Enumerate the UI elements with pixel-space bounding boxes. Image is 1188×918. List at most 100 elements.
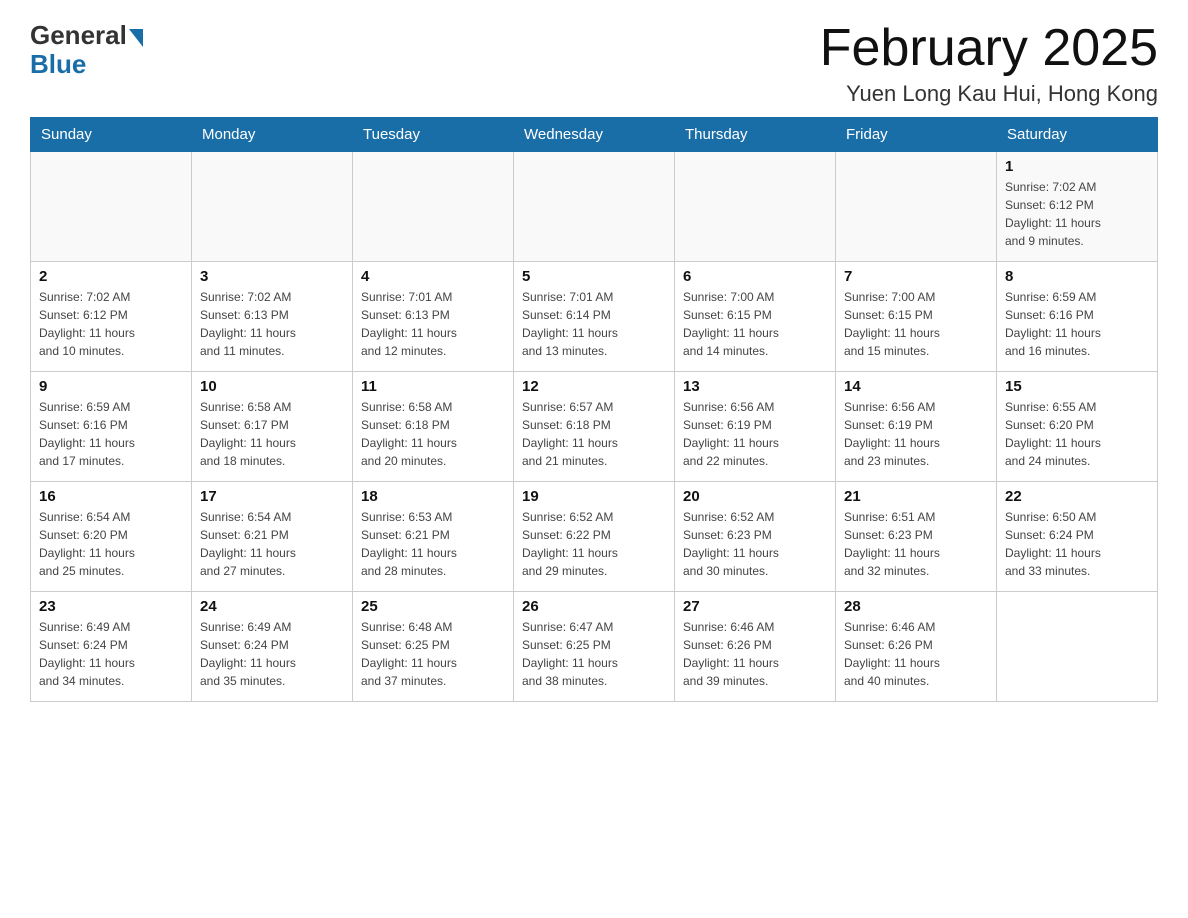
calendar-day-cell	[997, 592, 1158, 702]
day-number: 11	[361, 378, 505, 395]
calendar-day-cell: 22Sunrise: 6:50 AM Sunset: 6:24 PM Dayli…	[997, 482, 1158, 592]
calendar-day-cell: 20 Sunrise: 6:52 AM Sunset: 6:23 PM Dayli…	[675, 482, 836, 592]
day-number: 27	[683, 598, 827, 615]
calendar-day-cell: 25 Sunrise: 6:48 AM Sunset: 6:25 PM Dayli…	[353, 592, 514, 702]
day-info: Sunrise: 6:57 AM Sunset: 6:18 PM Dayligh…	[522, 398, 666, 470]
calendar-day-cell	[836, 152, 997, 262]
calendar-header-row: SundayMondayTuesdayWednesdayThursdayFrid…	[31, 118, 1158, 152]
day-info: Sunrise: 6:49 AM Sunset: 6:24 PM Dayligh…	[39, 618, 183, 690]
day-number: 5	[522, 268, 666, 285]
day-info: Sunrise: 6:51 AM Sunset: 6:23 PM Dayligh…	[844, 508, 988, 580]
calendar-day-cell: 7 Sunrise: 7:00 AM Sunset: 6:15 PM Daylig…	[836, 262, 997, 372]
calendar-day-cell: 15 Sunrise: 6:55 AM Sunset: 6:20 PM Dayli…	[997, 372, 1158, 482]
calendar-day-cell: 24 Sunrise: 6:49 AM Sunset: 6:24 PM Dayli…	[192, 592, 353, 702]
logo-arrow-icon	[129, 29, 143, 47]
day-info: Sunrise: 6:54 AM Sunset: 6:21 PM Dayligh…	[200, 508, 344, 580]
day-info: Sunrise: 6:59 AM Sunset: 6:16 PM Dayligh…	[39, 398, 183, 470]
calendar-day-cell: 28 Sunrise: 6:46 AM Sunset: 6:26 PM Dayli…	[836, 592, 997, 702]
day-number: 8	[1005, 268, 1149, 285]
day-number: 6	[683, 268, 827, 285]
day-number: 13	[683, 378, 827, 395]
day-number: 2	[39, 268, 183, 285]
calendar-day-cell: 18 Sunrise: 6:53 AM Sunset: 6:21 PM Dayli…	[353, 482, 514, 592]
day-info: Sunrise: 6:48 AM Sunset: 6:25 PM Dayligh…	[361, 618, 505, 690]
day-number: 9	[39, 378, 183, 395]
day-number: 26	[522, 598, 666, 615]
day-number: 21	[844, 488, 988, 505]
calendar-week-row: 23 Sunrise: 6:49 AM Sunset: 6:24 PM Dayli…	[31, 592, 1158, 702]
day-info: Sunrise: 6:55 AM Sunset: 6:20 PM Dayligh…	[1005, 398, 1149, 470]
calendar-day-cell: 23 Sunrise: 6:49 AM Sunset: 6:24 PM Dayli…	[31, 592, 192, 702]
calendar-day-cell: 12 Sunrise: 6:57 AM Sunset: 6:18 PM Dayli…	[514, 372, 675, 482]
day-info: Sunrise: 6:53 AM Sunset: 6:21 PM Dayligh…	[361, 508, 505, 580]
day-number: 28	[844, 598, 988, 615]
logo-general-text: General	[30, 20, 127, 51]
calendar-day-cell: 2 Sunrise: 7:02 AM Sunset: 6:12 PM Daylig…	[31, 262, 192, 372]
calendar-day-cell: 6 Sunrise: 7:00 AM Sunset: 6:15 PM Daylig…	[675, 262, 836, 372]
day-number: 25	[361, 598, 505, 615]
day-number: 19	[522, 488, 666, 505]
day-info: Sunrise: 6:58 AM Sunset: 6:18 PM Dayligh…	[361, 398, 505, 470]
calendar-day-cell: 8 Sunrise: 6:59 AM Sunset: 6:16 PM Daylig…	[997, 262, 1158, 372]
day-info: Sunrise: 7:01 AM Sunset: 6:13 PM Dayligh…	[361, 288, 505, 360]
page-header: General Blue February 2025 Yuen Long Kau…	[30, 20, 1158, 107]
day-info: Sunrise: 6:58 AM Sunset: 6:17 PM Dayligh…	[200, 398, 344, 470]
day-info: Sunrise: 7:00 AM Sunset: 6:15 PM Dayligh…	[844, 288, 988, 360]
day-info: Sunrise: 7:01 AM Sunset: 6:14 PM Dayligh…	[522, 288, 666, 360]
day-info: Sunrise: 6:47 AM Sunset: 6:25 PM Dayligh…	[522, 618, 666, 690]
calendar-day-cell: 14 Sunrise: 6:56 AM Sunset: 6:19 PM Dayli…	[836, 372, 997, 482]
day-number: 16	[39, 488, 183, 505]
day-of-week-header: Monday	[192, 118, 353, 152]
calendar-week-row: 2 Sunrise: 7:02 AM Sunset: 6:12 PM Daylig…	[31, 262, 1158, 372]
day-number: 3	[200, 268, 344, 285]
calendar-day-cell	[31, 152, 192, 262]
day-info: Sunrise: 7:02 AM Sunset: 6:13 PM Dayligh…	[200, 288, 344, 360]
logo-blue-text: Blue	[30, 49, 86, 80]
day-info: Sunrise: 6:56 AM Sunset: 6:19 PM Dayligh…	[844, 398, 988, 470]
day-number: 7	[844, 268, 988, 285]
day-number: 18	[361, 488, 505, 505]
day-of-week-header: Sunday	[31, 118, 192, 152]
day-of-week-header: Tuesday	[353, 118, 514, 152]
day-of-week-header: Friday	[836, 118, 997, 152]
calendar-day-cell: 27 Sunrise: 6:46 AM Sunset: 6:26 PM Dayli…	[675, 592, 836, 702]
day-number: 20	[683, 488, 827, 505]
day-number: 23	[39, 598, 183, 615]
logo: General Blue	[30, 20, 143, 80]
day-of-week-header: Wednesday	[514, 118, 675, 152]
day-number: 1	[1005, 158, 1149, 175]
day-info: Sunrise: 7:02 AM Sunset: 6:12 PM Dayligh…	[1005, 178, 1149, 250]
calendar-day-cell: 26 Sunrise: 6:47 AM Sunset: 6:25 PM Dayli…	[514, 592, 675, 702]
calendar-day-cell: 5 Sunrise: 7:01 AM Sunset: 6:14 PM Daylig…	[514, 262, 675, 372]
day-info: Sunrise: 6:52 AM Sunset: 6:23 PM Dayligh…	[683, 508, 827, 580]
calendar-week-row: 16Sunrise: 6:54 AM Sunset: 6:20 PM Dayli…	[31, 482, 1158, 592]
day-info: Sunrise: 6:59 AM Sunset: 6:16 PM Dayligh…	[1005, 288, 1149, 360]
calendar-day-cell: 11 Sunrise: 6:58 AM Sunset: 6:18 PM Dayli…	[353, 372, 514, 482]
calendar-day-cell	[192, 152, 353, 262]
day-info: Sunrise: 6:49 AM Sunset: 6:24 PM Dayligh…	[200, 618, 344, 690]
day-info: Sunrise: 6:56 AM Sunset: 6:19 PM Dayligh…	[683, 398, 827, 470]
day-number: 15	[1005, 378, 1149, 395]
day-of-week-header: Saturday	[997, 118, 1158, 152]
day-number: 12	[522, 378, 666, 395]
day-info: Sunrise: 6:52 AM Sunset: 6:22 PM Dayligh…	[522, 508, 666, 580]
calendar-day-cell: 17Sunrise: 6:54 AM Sunset: 6:21 PM Dayli…	[192, 482, 353, 592]
day-number: 10	[200, 378, 344, 395]
calendar-day-cell	[675, 152, 836, 262]
day-number: 14	[844, 378, 988, 395]
calendar-day-cell	[353, 152, 514, 262]
calendar-day-cell: 16Sunrise: 6:54 AM Sunset: 6:20 PM Dayli…	[31, 482, 192, 592]
day-info: Sunrise: 6:46 AM Sunset: 6:26 PM Dayligh…	[683, 618, 827, 690]
calendar-day-cell: 13 Sunrise: 6:56 AM Sunset: 6:19 PM Dayli…	[675, 372, 836, 482]
day-info: Sunrise: 7:02 AM Sunset: 6:12 PM Dayligh…	[39, 288, 183, 360]
calendar-day-cell: 1 Sunrise: 7:02 AM Sunset: 6:12 PM Daylig…	[997, 152, 1158, 262]
day-info: Sunrise: 7:00 AM Sunset: 6:15 PM Dayligh…	[683, 288, 827, 360]
calendar-day-cell: 21 Sunrise: 6:51 AM Sunset: 6:23 PM Dayli…	[836, 482, 997, 592]
calendar-day-cell: 10 Sunrise: 6:58 AM Sunset: 6:17 PM Dayli…	[192, 372, 353, 482]
day-info: Sunrise: 6:46 AM Sunset: 6:26 PM Dayligh…	[844, 618, 988, 690]
calendar-day-cell: 9 Sunrise: 6:59 AM Sunset: 6:16 PM Daylig…	[31, 372, 192, 482]
location-title: Yuen Long Kau Hui, Hong Kong	[820, 81, 1158, 107]
calendar-week-row: 1 Sunrise: 7:02 AM Sunset: 6:12 PM Daylig…	[31, 152, 1158, 262]
title-section: February 2025 Yuen Long Kau Hui, Hong Ko…	[820, 20, 1158, 107]
day-number: 24	[200, 598, 344, 615]
